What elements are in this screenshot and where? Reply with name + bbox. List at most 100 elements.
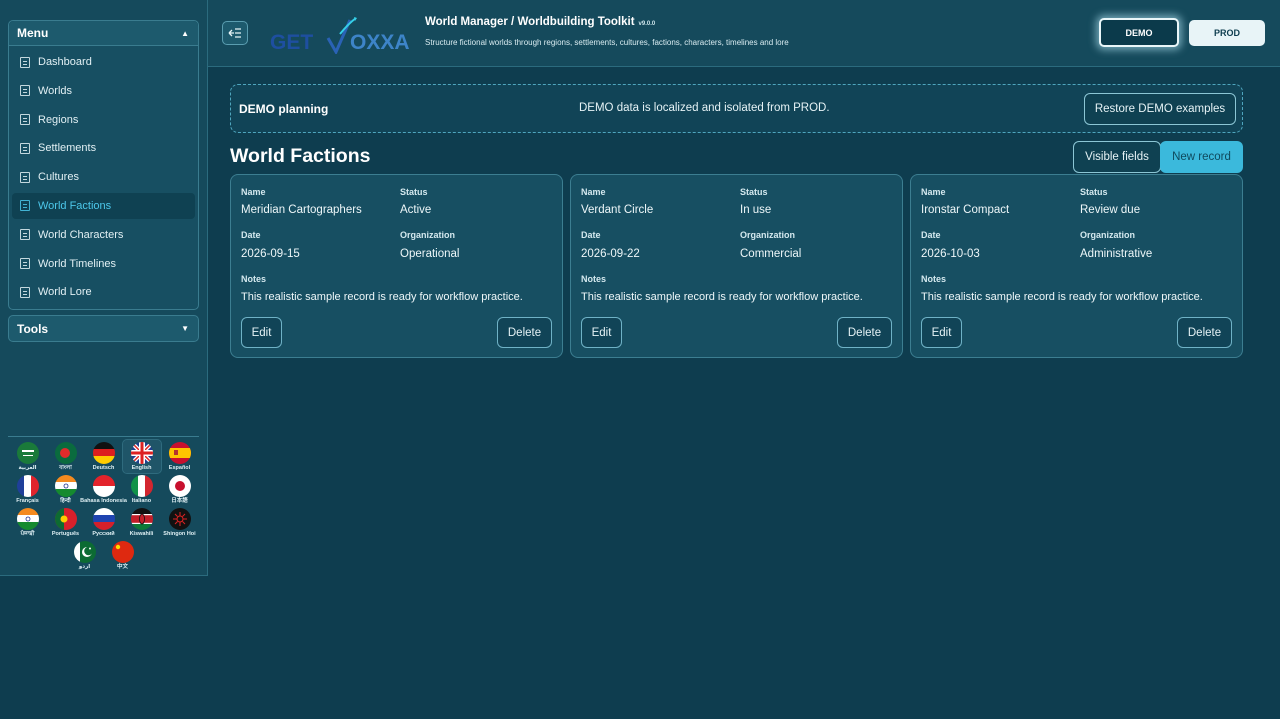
record-name: Verdant Circle bbox=[581, 204, 654, 216]
restore-demo-button[interactable]: Restore DEMO examples bbox=[1084, 93, 1236, 125]
language-label: 日本語 bbox=[171, 498, 188, 504]
record-organization: Commercial bbox=[740, 248, 802, 260]
language-label: Español bbox=[168, 465, 191, 471]
delete-button[interactable]: Delete bbox=[1177, 317, 1232, 348]
tools-panel-toggle[interactable]: Tools ▼ bbox=[8, 315, 199, 342]
flag-icon bbox=[16, 475, 39, 497]
sidebar-item-settlements[interactable]: Settlements bbox=[12, 135, 195, 161]
delete-button[interactable]: Delete bbox=[837, 317, 892, 348]
flag-icon bbox=[168, 475, 191, 497]
banner-message: DEMO data is localized and isolated from… bbox=[579, 102, 830, 114]
language-label: Português bbox=[51, 531, 80, 537]
edit-button[interactable]: Edit bbox=[581, 317, 622, 348]
sidebar-item-label: Worlds bbox=[38, 84, 73, 97]
app-title: World Manager / Worldbuilding Toolkit v9.… bbox=[425, 16, 655, 28]
status-label: Status bbox=[1080, 187, 1108, 197]
flag-icon bbox=[111, 541, 134, 563]
document-icon bbox=[20, 200, 30, 212]
document-icon bbox=[20, 142, 30, 154]
sidebar-item-worlds[interactable]: Worlds bbox=[12, 78, 195, 104]
record-name: Ironstar Compact bbox=[921, 204, 1010, 216]
new-record-button[interactable]: New record bbox=[1160, 141, 1243, 173]
language-option[interactable]: Русский bbox=[85, 506, 123, 539]
delete-button[interactable]: Delete bbox=[497, 317, 552, 348]
edit-button[interactable]: Edit bbox=[241, 317, 282, 348]
document-icon bbox=[20, 229, 30, 241]
sidebar-item-label: Dashboard bbox=[38, 56, 92, 68]
language-option[interactable]: Português bbox=[47, 506, 85, 539]
language-option[interactable]: 中文 bbox=[104, 539, 142, 572]
flag-icon bbox=[168, 508, 191, 530]
logo-swoosh-icon: GET OXXA bbox=[270, 17, 410, 56]
language-option[interactable]: Kiswahili bbox=[123, 506, 161, 539]
language-selector: العربية বাংলা Deutsch English Español Fr… bbox=[8, 439, 199, 572]
record-date: 2026-09-15 bbox=[241, 248, 300, 260]
record-status: Active bbox=[400, 204, 432, 216]
flag-icon bbox=[92, 475, 115, 497]
language-option[interactable]: العربية bbox=[9, 440, 47, 473]
language-label: Français bbox=[16, 498, 39, 504]
language-option[interactable]: Deutsch bbox=[85, 440, 123, 473]
language-label: हिन्दी bbox=[60, 498, 71, 504]
brand-logo: GET OXXA bbox=[270, 16, 410, 56]
record-date: 2026-10-03 bbox=[921, 248, 980, 260]
flag-icon bbox=[16, 508, 39, 530]
document-icon bbox=[20, 56, 30, 68]
record-card: Name Status Ironstar Compact Review due … bbox=[910, 174, 1243, 358]
app-subtitle: Structure fictional worlds through regio… bbox=[425, 38, 789, 47]
organization-label: Organization bbox=[1080, 230, 1136, 240]
language-label: Deutsch bbox=[92, 465, 115, 471]
language-label: 中文 bbox=[116, 564, 128, 570]
sidebar-item-world-factions[interactable]: World Factions bbox=[12, 192, 195, 219]
collapse-sidebar-button[interactable] bbox=[222, 21, 248, 45]
page-title: World Factions bbox=[230, 145, 371, 167]
language-option[interactable]: বাংলা bbox=[47, 440, 85, 473]
language-option[interactable]: اردو bbox=[66, 539, 104, 572]
document-icon bbox=[20, 171, 30, 183]
language-option[interactable]: ਪੰਜਾਬੀ bbox=[9, 506, 47, 539]
divider bbox=[8, 436, 199, 437]
name-label: Name bbox=[581, 187, 606, 197]
record-organization: Administrative bbox=[1080, 248, 1153, 260]
record-notes: This realistic sample record is ready fo… bbox=[581, 291, 863, 303]
name-label: Name bbox=[921, 187, 946, 197]
flag-icon bbox=[130, 508, 153, 530]
record-date: 2026-09-22 bbox=[581, 248, 640, 260]
record-card: Name Status Meridian Cartographers Activ… bbox=[230, 174, 563, 358]
language-option[interactable]: Shingon Hoi bbox=[161, 506, 199, 539]
sidebar-item-label: World Characters bbox=[38, 228, 124, 241]
demo-banner: DEMO planning DEMO data is localized and… bbox=[230, 84, 1243, 133]
flag-icon bbox=[54, 442, 77, 464]
language-option[interactable]: Italiano bbox=[123, 473, 161, 506]
sidebar-item-cultures[interactable]: Cultures bbox=[12, 164, 195, 190]
record-notes: This realistic sample record is ready fo… bbox=[241, 291, 523, 303]
status-label: Status bbox=[740, 187, 768, 197]
env-demo-button[interactable]: DEMO bbox=[1099, 18, 1179, 47]
language-label: বাংলা bbox=[59, 465, 72, 471]
flag-icon bbox=[54, 508, 77, 530]
language-label: اردو bbox=[78, 564, 91, 570]
sidebar-item-world-characters[interactable]: World Characters bbox=[12, 222, 195, 248]
language-option[interactable]: Français bbox=[9, 473, 47, 506]
sidebar-item-regions[interactable]: Regions bbox=[12, 107, 195, 133]
sidebar-item-world-timelines[interactable]: World Timelines bbox=[12, 251, 195, 277]
edit-button[interactable]: Edit bbox=[921, 317, 962, 348]
menu-header[interactable]: Menu ▲ bbox=[9, 21, 198, 46]
sidebar-item-world-lore[interactable]: World Lore bbox=[12, 279, 195, 305]
flag-icon bbox=[92, 508, 115, 530]
language-option[interactable]: हिन्दी bbox=[47, 473, 85, 506]
visible-fields-button[interactable]: Visible fields bbox=[1073, 141, 1161, 173]
sidebar-item-label: Cultures bbox=[38, 171, 79, 184]
language-option[interactable]: 日本語 bbox=[161, 473, 199, 506]
organization-label: Organization bbox=[740, 230, 796, 240]
language-option[interactable]: Español bbox=[161, 440, 199, 473]
language-option[interactable]: English bbox=[121, 439, 162, 474]
record-card: Name Status Verdant Circle In use Date O… bbox=[570, 174, 903, 358]
env-prod-button[interactable]: PROD bbox=[1189, 20, 1265, 46]
sidebar-item-dashboard[interactable]: Dashboard bbox=[12, 49, 195, 75]
language-label: Kiswahili bbox=[129, 531, 154, 537]
sidebar-item-label: Regions bbox=[38, 113, 79, 126]
notes-label: Notes bbox=[581, 274, 607, 284]
tools-title: Tools bbox=[17, 321, 49, 336]
language-option[interactable]: Bahasa Indonesia bbox=[80, 473, 127, 506]
